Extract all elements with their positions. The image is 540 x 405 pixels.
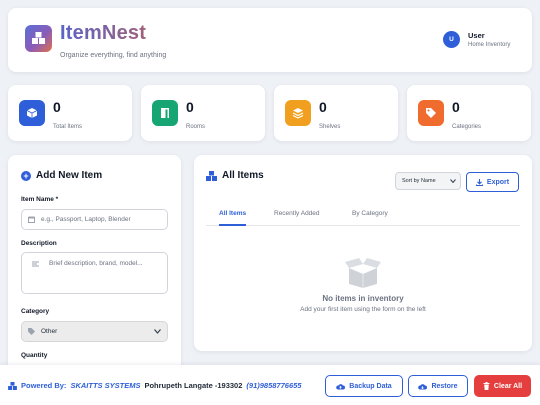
description-label: Description [21,240,57,247]
powered-prefix: Powered By: [21,381,67,390]
cloud-download-icon [418,383,428,389]
description-textarea[interactable]: Brief description, brand, model... [21,252,168,294]
stat-value: 0 [452,99,460,115]
stat-card-total-items: 0 Total Items [8,85,132,141]
powered-by: Powered By: SKAITTS SYSTEMS Pohrupeth La… [8,381,301,390]
item-name-label: Item Name * [21,196,59,203]
add-item-heading: + Add New Item [21,170,102,181]
description-placeholder: Brief description, brand, model... [49,260,143,267]
cube-icon [19,100,45,126]
tab-by-category[interactable]: By Category [352,210,388,226]
plus-circle-icon: + [21,170,31,181]
app-title: ItemNest [60,22,147,44]
export-label: Export [486,178,510,186]
tab-all-items[interactable]: All Items [219,210,247,226]
all-items-heading: All Items [206,170,264,181]
user-avatar[interactable]: U [443,31,460,48]
empty-box-icon [345,258,381,288]
stat-label: Categories [452,124,482,130]
company-phone: (91)9858776655 [246,381,302,390]
item-name-placeholder: e.g., Passport, Laptop, Blender [41,216,131,223]
item-name-input[interactable]: e.g., Passport, Laptop, Blender [21,209,168,230]
stat-value: 0 [186,99,194,115]
stat-label: Shelves [319,124,341,130]
clear-all-button[interactable]: Clear All [474,375,531,397]
align-left-icon [32,261,39,267]
boxes-icon [32,32,45,44]
empty-state-title: No items in inventory [322,294,404,303]
backup-button[interactable]: Backup Data [325,375,403,397]
stat-label: Rooms [186,124,206,130]
category-label: Category [21,308,50,315]
stat-value: 0 [319,99,327,115]
boxes-icon [206,170,217,181]
restore-button[interactable]: Restore [408,375,468,397]
download-icon [475,178,483,186]
user-name: User [468,31,485,40]
add-item-title: Add New Item [36,170,103,181]
door-icon [152,100,178,126]
company-address: Pohrupeth Langate -193302 [144,381,243,390]
app-logo [25,25,52,52]
export-button[interactable]: Export [466,172,519,192]
chevron-down-icon [154,329,161,334]
app-header: ItemNest Organize everything, find anyth… [8,8,532,72]
app-tagline: Organize everything, find anything [60,52,167,59]
all-items-panel: All Items Sort by Name Export All Items … [194,155,532,351]
stat-card-categories: 0 Categories [407,85,531,141]
category-selected: Other [41,328,58,335]
box-icon [28,216,35,223]
quantity-label: Quantity [21,352,48,359]
add-item-panel: + Add New Item Item Name * e.g., Passpor… [8,155,181,385]
boxes-icon [8,381,17,390]
items-tabs: All Items Recently Added By Category [206,205,520,226]
tags-icon [418,100,444,126]
backup-label: Backup Data [349,382,392,390]
tab-recently-added[interactable]: Recently Added [274,210,320,226]
stat-label: Total Items [53,124,83,130]
tag-icon [28,328,35,335]
cloud-upload-icon [336,383,346,389]
sort-selected: Sort by Name [402,178,436,184]
user-subtitle: Home Inventory [468,42,511,48]
clear-all-label: Clear All [493,382,523,390]
restore-label: Restore [431,382,458,390]
all-items-title: All Items [222,170,264,181]
stat-value: 0 [53,99,61,115]
stat-card-rooms: 0 Rooms [141,85,265,141]
layers-icon [285,100,311,126]
sort-select[interactable]: Sort by Name [395,172,461,190]
category-select[interactable]: Other [21,321,168,342]
footer-bar: Powered By: SKAITTS SYSTEMS Pohrupeth La… [0,365,540,405]
trash-icon [483,382,490,390]
stat-card-shelves: 0 Shelves [274,85,398,141]
chevron-down-icon [450,179,456,183]
empty-state-subtitle: Add your first item using the form on th… [300,306,426,313]
company-name: SKAITTS SYSTEMS [70,381,141,390]
